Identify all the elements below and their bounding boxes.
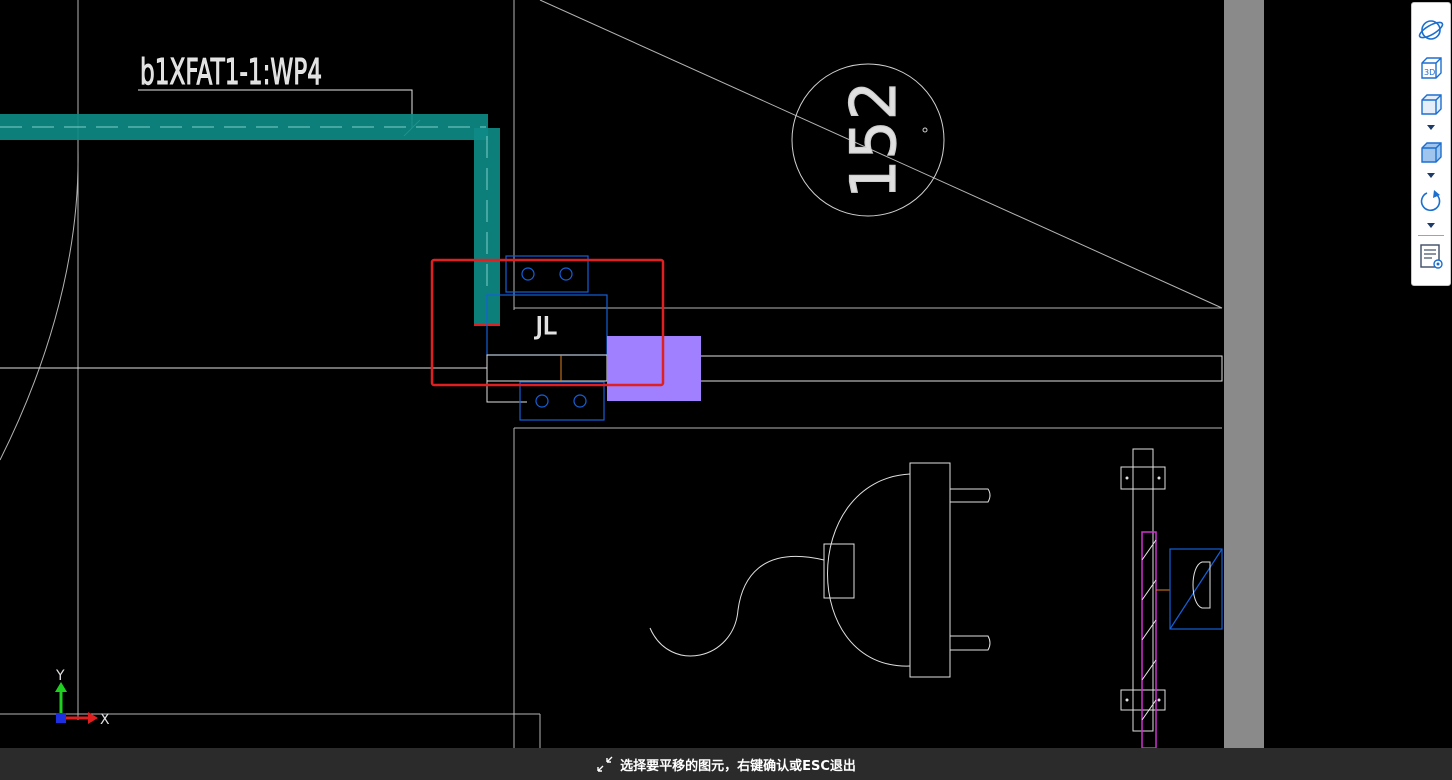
pan-arrows-icon: [597, 756, 613, 772]
orbit-icon: [1418, 20, 1444, 40]
view-cube-dropdown[interactable]: [1426, 124, 1436, 132]
3d-view-button[interactable]: 3D: [1415, 53, 1447, 83]
toolbar-divider: [1418, 235, 1444, 236]
3d-view-icon: 3D: [1421, 57, 1442, 79]
shaded-cube-icon: [1421, 142, 1442, 163]
plug-symbol[interactable]: [649, 462, 991, 678]
rotate-icon: [1420, 190, 1441, 212]
status-prompt: 选择要平移的图元，右键确认或ESC退出: [596, 755, 856, 774]
caret-down-icon: [1427, 223, 1435, 228]
shaded-cube-dropdown[interactable]: [1426, 172, 1436, 180]
shaded-cube-button[interactable]: [1415, 137, 1447, 167]
status-bar: 选择要平移的图元，右键确认或ESC退出: [0, 748, 1452, 780]
orbit-button[interactable]: [1415, 15, 1447, 45]
status-prompt-text: 选择要平移的图元，右键确认或ESC退出: [620, 758, 856, 774]
rotate-button[interactable]: [1415, 185, 1447, 215]
view-cube-icon: [1421, 94, 1442, 115]
pipe-tag-label: b1XFAT1-1:WP4: [140, 52, 322, 93]
cad-drawing-canvas[interactable]: 152 b1XFAT1-1:WP4 JL Y X: [0, 0, 1452, 780]
equipment-block[interactable]: JL: [486, 255, 701, 421]
display-settings-button[interactable]: [1415, 241, 1447, 271]
cad-drawing[interactable]: 152 b1XFAT1-1:WP4 JL Y X: [0, 0, 1452, 748]
wall-column: [1224, 0, 1264, 748]
axis-y-label: Y: [55, 668, 65, 684]
caret-down-icon: [1427, 125, 1435, 130]
axis-x-label: X: [100, 712, 110, 728]
display-settings-icon: [1420, 244, 1443, 269]
3d-view-label: 3D: [1424, 68, 1435, 77]
equipment-label: JL: [534, 312, 557, 340]
rotate-dropdown[interactable]: [1426, 222, 1436, 230]
vertical-equipment[interactable]: [1120, 448, 1223, 748]
selected-element[interactable]: [607, 336, 701, 401]
ucs-axis-indicator: Y X: [55, 668, 110, 728]
room-number-label: 152: [837, 81, 910, 199]
caret-down-icon: [1427, 173, 1435, 178]
view-toolbar: 3D: [1411, 2, 1451, 286]
view-cube-button[interactable]: [1415, 89, 1447, 119]
room-number-tag[interactable]: 152: [791, 63, 945, 217]
